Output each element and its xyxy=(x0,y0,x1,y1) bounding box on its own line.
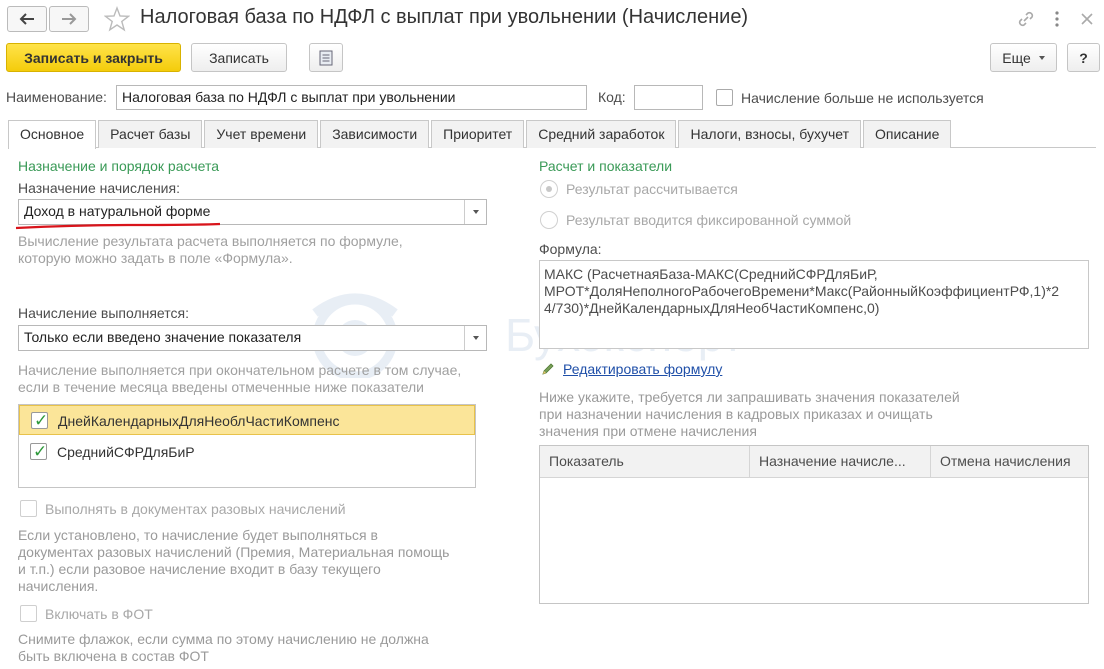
request-hint-1: Ниже укажите, требуется ли запрашивать з… xyxy=(539,389,960,405)
arrow-left-icon xyxy=(19,13,34,25)
fot-hint-2: быть включена в состав ФОТ xyxy=(18,648,209,664)
formula-line-1: МАКС (РасчетнаяБаза-МАКС(СреднийСФРДляБи… xyxy=(544,266,878,282)
more-menu-icon[interactable] xyxy=(1050,9,1064,29)
formula-line-3: 4/730)*ДнейКалендарныхДляНеобЧастиКомпен… xyxy=(544,300,880,316)
one-time-hint-3: и т.п.) если разовое начисление входит в… xyxy=(18,561,381,577)
tab-average-earnings[interactable]: Средний заработок xyxy=(526,120,677,148)
back-button[interactable] xyxy=(7,6,47,32)
one-time-hint-4: начисления. xyxy=(18,578,99,594)
chevron-down-icon[interactable] xyxy=(464,200,486,224)
report-button[interactable] xyxy=(309,43,343,72)
indicator-label: ДнейКалендарныхДляНеоблЧастиКомпенс xyxy=(58,413,340,429)
chevron-down-icon[interactable] xyxy=(464,326,486,350)
indicator-checkbox[interactable]: ✓ xyxy=(30,443,47,460)
list-item[interactable]: ✓ ДнейКалендарныхДляНеоблЧастиКомпенс xyxy=(19,405,475,435)
code-field[interactable] xyxy=(634,85,703,110)
purpose-value: Доход в натуральной форме xyxy=(24,203,211,219)
request-hint-3: значения при отмене начисления xyxy=(539,423,757,439)
red-underline xyxy=(15,222,221,230)
link-icon[interactable] xyxy=(1016,9,1036,32)
right-section-title: Расчет и показатели xyxy=(539,158,673,174)
run-label: Начисление выполняется: xyxy=(18,305,189,321)
formula-line-2: МРОТ*ДоляНеполногоРабочегоВремени*Макс(Р… xyxy=(544,283,1060,299)
chevron-down-icon xyxy=(1038,55,1045,60)
tab-time-accounting[interactable]: Учет времени xyxy=(204,120,319,148)
list-item[interactable]: ✓ СреднийСФРДляБиР xyxy=(19,437,475,467)
tab-base-calculation[interactable]: Расчет базы xyxy=(98,120,203,148)
left-section-title: Назначение и порядок расчета xyxy=(18,158,220,174)
one-time-label: Выполнять в документах разовых начислени… xyxy=(45,501,346,517)
help-button[interactable]: ? xyxy=(1067,43,1100,72)
purpose-label: Назначение начисления: xyxy=(18,180,180,196)
fot-label: Включать в ФОТ xyxy=(45,606,153,622)
column-header-assignment[interactable]: Назначение начисле... xyxy=(750,446,931,478)
tab-priority[interactable]: Приоритет xyxy=(431,120,525,148)
window-title: Налоговая база по НДФЛ с выплат при увол… xyxy=(140,6,749,28)
checkmark-icon: ✓ xyxy=(34,411,49,430)
column-header-indicator[interactable]: Показатель xyxy=(540,446,750,478)
indicators-list[interactable]: ✓ ДнейКалендарныхДляНеоблЧастиКомпенс ✓ … xyxy=(18,404,476,488)
unused-label: Начисление больше не используется xyxy=(741,90,984,106)
tab-dependencies[interactable]: Зависимости xyxy=(320,120,430,148)
more-button[interactable]: Еще xyxy=(990,43,1057,72)
radio-fixed[interactable] xyxy=(540,211,558,229)
indicator-label: СреднийСФРДляБиР xyxy=(57,444,195,460)
run-value: Только если введено значение показателя xyxy=(24,329,302,345)
fot-hint-1: Снимите флажок, если сумма по этому начи… xyxy=(18,631,429,647)
radio-calculated-label: Результат рассчитывается xyxy=(566,181,738,197)
one-time-hint-2: документах разовых начислений (Премия, М… xyxy=(18,544,450,560)
edit-formula-link[interactable]: Редактировать формулу xyxy=(563,361,722,377)
pencil-icon xyxy=(541,362,555,379)
forward-button[interactable] xyxy=(49,6,89,32)
tab-taxes[interactable]: Налоги, взносы, бухучет xyxy=(678,120,861,148)
code-label: Код: xyxy=(598,89,626,105)
formula-hint-2: которую можно задать в поле «Формула». xyxy=(18,250,293,266)
more-button-label: Еще xyxy=(1002,49,1031,66)
name-field[interactable]: Налоговая база по НДФЛ с выплат при увол… xyxy=(116,85,587,110)
tab-description[interactable]: Описание xyxy=(862,120,952,148)
radio-calculated[interactable] xyxy=(540,180,558,198)
one-time-hint-1: Если установлено, то начисление будет вы… xyxy=(18,527,378,543)
request-hint-2: при назначении начисления в кадровых при… xyxy=(539,406,933,422)
run-hint-1: Начисление выполняется при окончательном… xyxy=(18,362,462,378)
formula-hint-1: Вычисление результата расчета выполняетс… xyxy=(18,233,403,249)
run-hint-2: если в течение месяца введены отмеченные… xyxy=(18,379,424,395)
name-label: Наименование: xyxy=(6,89,107,105)
indicators-table[interactable]: Показатель Назначение начисле... Отмена … xyxy=(539,445,1089,604)
save-button[interactable]: Записать xyxy=(191,43,287,72)
tab-bar: Основное Расчет базы Учет времени Зависи… xyxy=(8,120,953,149)
column-header-cancellation[interactable]: Отмена начисления xyxy=(931,446,1088,478)
radio-fixed-label: Результат вводится фиксированной суммой xyxy=(566,212,852,228)
formula-field[interactable]: МАКС (РасчетнаяБаза-МАКС(СреднийСФРДляБи… xyxy=(539,260,1089,349)
arrow-right-icon xyxy=(62,13,77,25)
fot-checkbox[interactable] xyxy=(20,605,37,622)
checkmark-icon: ✓ xyxy=(33,442,48,461)
tab-main[interactable]: Основное xyxy=(8,120,97,149)
save-and-close-button[interactable]: Записать и закрыть xyxy=(6,43,181,72)
indicator-checkbox[interactable]: ✓ xyxy=(31,412,48,429)
run-select[interactable]: Только если введено значение показателя xyxy=(18,325,487,351)
formula-label: Формула: xyxy=(539,241,602,257)
table-header: Показатель Назначение начисле... Отмена … xyxy=(540,446,1088,478)
document-list-icon xyxy=(319,50,333,65)
unused-checkbox[interactable] xyxy=(716,89,733,106)
favorite-star-icon[interactable] xyxy=(103,6,131,35)
close-icon[interactable] xyxy=(1077,9,1097,32)
one-time-checkbox[interactable] xyxy=(20,500,37,517)
